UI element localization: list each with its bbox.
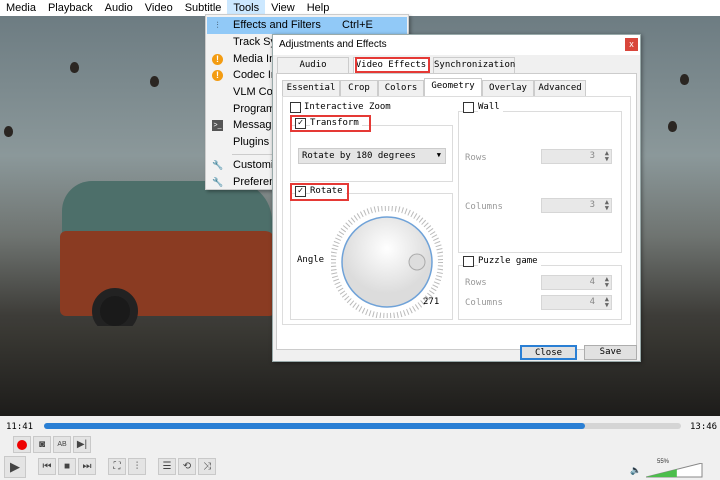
equalizer-icon: ⫶ xyxy=(216,20,219,30)
ab-loop-icon: AB xyxy=(57,441,67,448)
playlist-button[interactable]: ☰ xyxy=(158,458,176,475)
volume-slider[interactable] xyxy=(646,463,704,478)
terminal-icon: >_ xyxy=(212,120,223,131)
highlight-box xyxy=(355,57,430,73)
record-button[interactable] xyxy=(13,436,31,453)
tab-geometry[interactable]: Geometry xyxy=(424,78,482,96)
close-button[interactable]: Close xyxy=(520,345,577,360)
dialog-title: Adjustments and Effects xyxy=(279,39,387,50)
equalizer-icon: ⫶ xyxy=(135,461,139,472)
balloon xyxy=(668,121,677,132)
spinner-arrows-icon[interactable]: ▲ ▼ xyxy=(605,296,609,309)
frame-step-button[interactable]: ▶| xyxy=(73,436,91,453)
speaker-icon[interactable]: 🔈 xyxy=(630,465,641,476)
puzzle-columns-label: Columns xyxy=(465,298,503,308)
info-icon: ! xyxy=(212,54,223,65)
menu-media[interactable]: Media xyxy=(0,0,42,16)
dialog-titlebar: Adjustments and Effects x xyxy=(273,35,640,55)
save-button[interactable]: Save xyxy=(584,345,637,360)
wall-group xyxy=(458,111,622,253)
play-button[interactable]: ▶ xyxy=(4,456,26,478)
tab-crop[interactable]: Crop xyxy=(340,80,378,96)
balloon xyxy=(70,62,79,73)
wall-checkbox[interactable] xyxy=(463,102,474,113)
previous-icon: ⏮ xyxy=(42,461,52,472)
spinner-arrows-icon[interactable]: ▲ ▼ xyxy=(605,276,609,289)
record-icon xyxy=(17,440,27,450)
shuffle-icon: ⤨ xyxy=(203,461,211,472)
balloon xyxy=(680,74,689,85)
interactive-zoom-label: Interactive Zoom xyxy=(304,102,391,112)
loop-button[interactable]: ⟲ xyxy=(178,458,196,475)
info-icon: ! xyxy=(212,70,223,81)
previous-button[interactable]: ⏮ xyxy=(38,458,56,475)
dialog-close-button[interactable]: x xyxy=(625,38,638,51)
transform-dropdown[interactable]: Rotate by 180 degrees ▼ xyxy=(298,148,446,164)
wall-rows-label: Rows xyxy=(465,153,487,163)
highlight-box xyxy=(290,115,371,132)
ab-loop-button[interactable]: AB xyxy=(53,436,71,453)
angle-label-text: Angle xyxy=(297,255,325,265)
chevron-down-icon: ▼ xyxy=(436,151,441,159)
dial-knob[interactable] xyxy=(408,253,426,271)
control-bar: 11:41 13:46 ◙ AB ▶| ▶ ⏮ ■ ⏭ ⛶ ⫶ ☰ ⟲ ⤨ 🔈 … xyxy=(0,416,720,480)
wrench-icon: 🔧 xyxy=(212,160,224,170)
highlight-box xyxy=(290,183,349,201)
snapshot-button[interactable]: ◙ xyxy=(33,436,51,453)
adjustments-dialog: Adjustments and Effects x Audio Effects … xyxy=(272,34,641,362)
puzzle-group xyxy=(458,265,622,320)
stop-icon: ■ xyxy=(63,461,71,472)
puzzle-rows-spinner[interactable]: 4 ▲ ▼ xyxy=(541,275,612,290)
puzzle-columns-spinner[interactable]: 4 ▲ ▼ xyxy=(541,295,612,310)
puzzle-label: Puzzle game xyxy=(478,256,541,266)
balloon xyxy=(150,76,159,87)
tab-overlay[interactable]: Overlay xyxy=(482,80,534,96)
stop-button[interactable]: ■ xyxy=(58,458,76,475)
loop-icon: ⟲ xyxy=(182,461,192,472)
total-time: 13:46 xyxy=(690,422,718,432)
elapsed-time: 11:41 xyxy=(6,422,34,432)
tab-advanced[interactable]: Advanced xyxy=(534,80,586,96)
fullscreen-icon: ⛶ xyxy=(113,461,121,472)
wall-columns-label: Columns xyxy=(465,202,503,212)
play-icon: ▶ xyxy=(10,459,20,474)
tab-audio-effects[interactable]: Audio Effects xyxy=(277,57,349,85)
next-button[interactable]: ⏭ xyxy=(78,458,96,475)
wall-rows-spinner[interactable]: 3 ▲ ▼ xyxy=(541,149,612,164)
shuffle-button[interactable]: ⤨ xyxy=(198,458,216,475)
tab-colors[interactable]: Colors xyxy=(378,80,424,96)
spinner-arrows-icon[interactable]: ▲ ▼ xyxy=(605,199,609,212)
extended-settings-button[interactable]: ⫶ xyxy=(128,458,146,475)
menu-video[interactable]: Video xyxy=(139,0,179,16)
wall-columns-spinner[interactable]: 3 ▲ ▼ xyxy=(541,198,612,213)
seek-progress xyxy=(44,423,586,429)
angle-value: 271 xyxy=(423,297,440,307)
tab-essential[interactable]: Essential xyxy=(282,80,340,96)
camera-icon: ◙ xyxy=(38,439,46,450)
wrench-icon: 🔧 xyxy=(212,177,224,187)
menu-audio[interactable]: Audio xyxy=(99,0,139,16)
next-icon: ⏭ xyxy=(82,461,92,472)
spinner-arrows-icon[interactable]: ▲ ▼ xyxy=(605,150,609,163)
tab-synchronization[interactable]: Synchronization xyxy=(433,57,515,73)
playlist-icon: ☰ xyxy=(162,461,172,472)
menu-playback[interactable]: Playback xyxy=(42,0,99,16)
wall-label: Wall xyxy=(478,102,503,112)
menu-item-effects-filters[interactable]: ⫶ Effects and Filters Ctrl+E xyxy=(207,17,407,34)
puzzle-checkbox[interactable] xyxy=(463,256,474,267)
interactive-zoom-checkbox[interactable] xyxy=(290,102,301,113)
seek-bar[interactable] xyxy=(44,423,681,429)
fullscreen-button[interactable]: ⛶ xyxy=(108,458,126,475)
frame-step-icon: ▶| xyxy=(76,439,88,450)
balloon xyxy=(4,126,13,137)
puzzle-rows-label: Rows xyxy=(465,278,487,288)
